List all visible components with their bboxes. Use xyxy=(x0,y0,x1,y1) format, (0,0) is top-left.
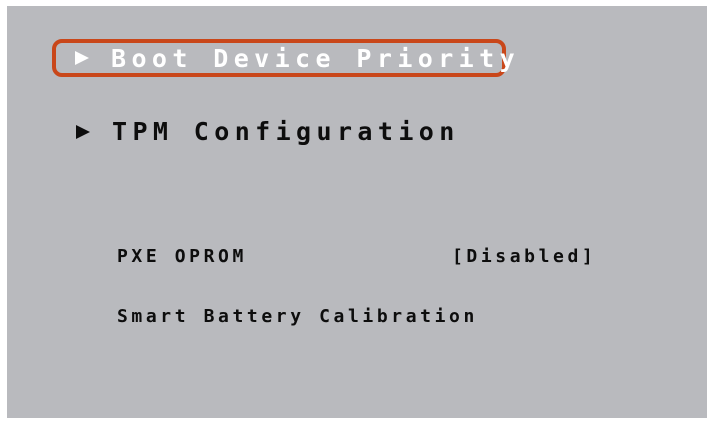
setting-value-pxe-oprom[interactable]: [Disabled] xyxy=(452,246,596,267)
setting-smart-battery-calibration[interactable]: Smart Battery Calibration xyxy=(117,306,478,327)
triangle-right-icon xyxy=(76,124,90,139)
bios-screen: Boot Device Priority TPM Configuration P… xyxy=(7,6,707,418)
menu-item-boot-device-priority[interactable]: Boot Device Priority xyxy=(52,39,515,77)
menu-item-label: Boot Device Priority xyxy=(111,43,521,73)
menu-item-label: TPM Configuration xyxy=(112,117,460,146)
triangle-right-icon xyxy=(75,51,89,65)
setting-label-pxe-oprom: PXE OPROM xyxy=(117,246,247,267)
menu-item-tpm-configuration[interactable]: TPM Configuration xyxy=(76,117,460,146)
